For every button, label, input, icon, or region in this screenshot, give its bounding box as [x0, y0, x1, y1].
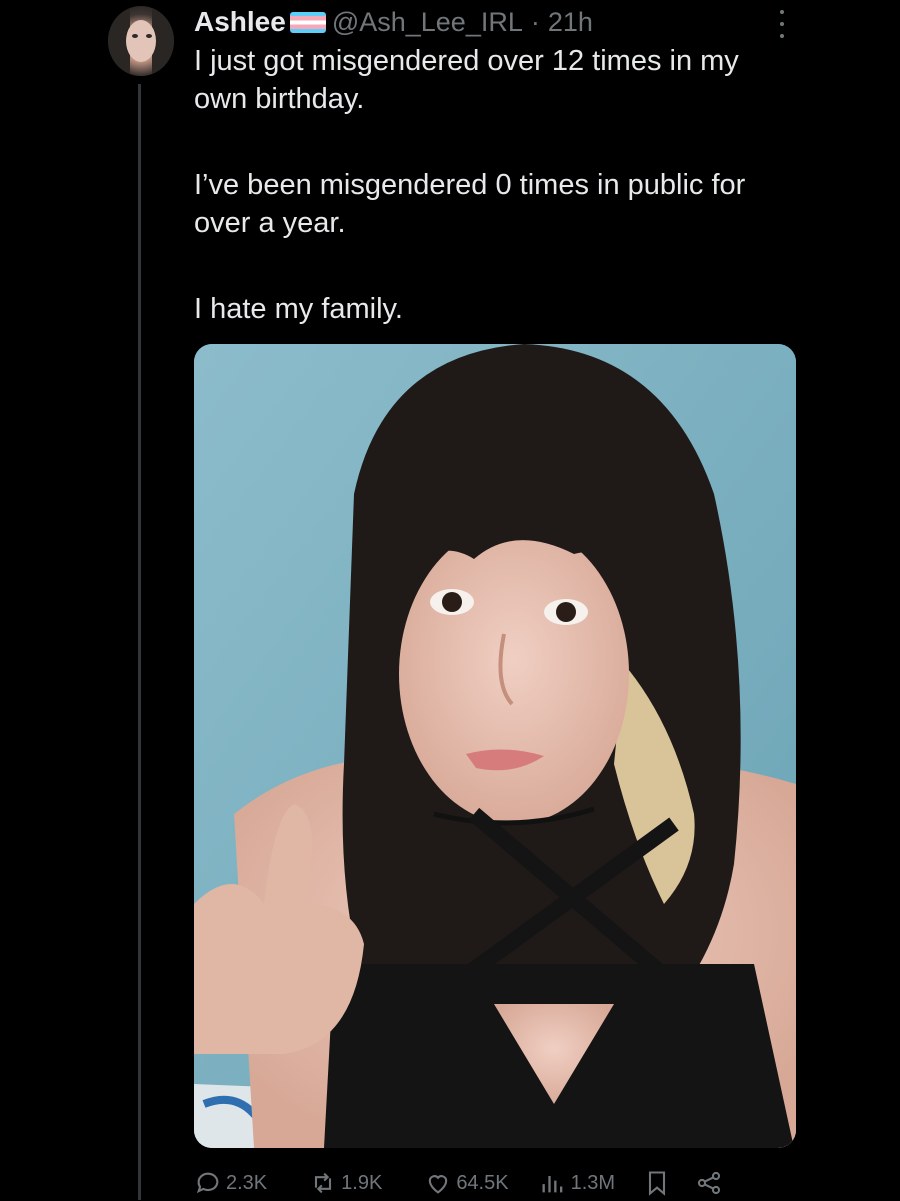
- tweet-paragraph: I hate my family.: [194, 293, 403, 325]
- tweet-header: Ashlee @Ash_Lee_IRL · 21h: [194, 4, 593, 40]
- view-count: 1.3M: [570, 1171, 616, 1194]
- repost-count: 1.9K: [341, 1171, 383, 1194]
- user-handle[interactable]: @Ash_Lee_IRL: [332, 7, 523, 38]
- tweet-paragraph: I’ve been misgendered 0 times in public …: [194, 169, 746, 239]
- share-icon: [697, 1171, 721, 1195]
- like-button[interactable]: 64.5K: [424, 1169, 509, 1197]
- share-button[interactable]: [695, 1169, 727, 1197]
- like-icon: [429, 1175, 448, 1194]
- display-name[interactable]: Ashlee: [194, 6, 286, 38]
- views-button[interactable]: 1.3M: [539, 1169, 615, 1197]
- reply-icon: [196, 1172, 219, 1194]
- avatar[interactable]: [108, 6, 174, 76]
- like-count: 64.5K: [456, 1171, 509, 1194]
- reply-button[interactable]: 2.3K: [194, 1169, 267, 1197]
- timestamp[interactable]: 21h: [548, 7, 593, 38]
- action-bar: 2.3K 1.9K 64.5K 1.3M: [194, 1165, 784, 1201]
- separator-dot: ·: [530, 6, 540, 37]
- selfie-photo: [194, 344, 796, 1148]
- bookmark-button[interactable]: [643, 1169, 675, 1197]
- more-icon[interactable]: [770, 8, 794, 40]
- tweet-paragraph: I just got misgendered over 12 times in …: [194, 45, 739, 115]
- tweet-text: I just got misgendered over 12 times in …: [194, 42, 794, 328]
- repost-button[interactable]: 1.9K: [309, 1169, 382, 1197]
- thread-line: [138, 84, 141, 1200]
- bookmark-icon: [648, 1171, 666, 1196]
- repost-icon: [315, 1172, 332, 1194]
- views-icon: [542, 1176, 562, 1193]
- reply-count: 2.3K: [226, 1171, 268, 1194]
- transgender-flag-icon: [289, 11, 326, 33]
- tweet-photo[interactable]: [194, 344, 796, 1148]
